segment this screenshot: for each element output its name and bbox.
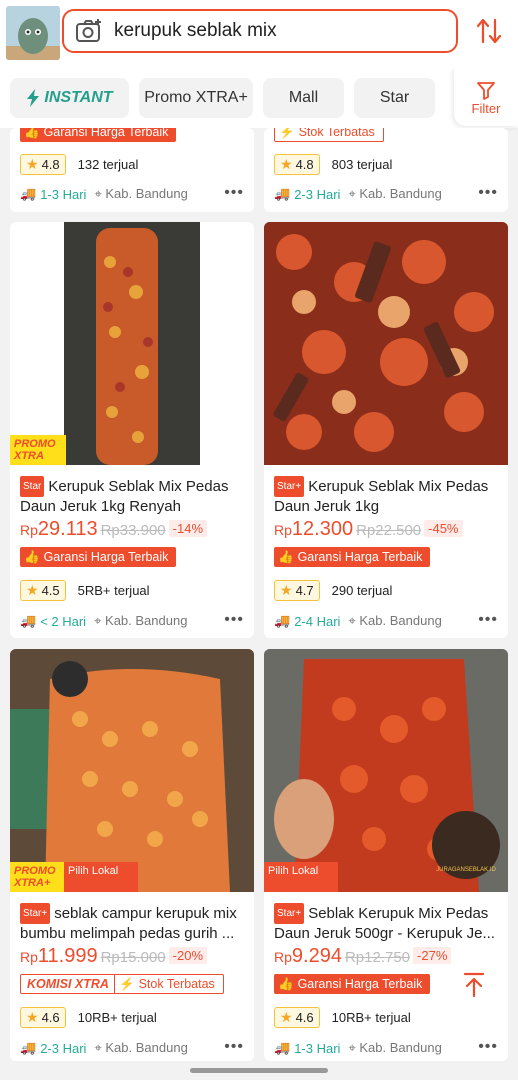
camera-search-icon[interactable] [74, 16, 104, 46]
more-options-icon[interactable]: ••• [478, 1038, 498, 1056]
product-price: Rp9.294 Rp12.750 -27% [274, 945, 452, 968]
rating: ★ 4.8 132 terjual [20, 154, 138, 175]
star-icon: ★ [280, 156, 293, 172]
garansi-badge: 👍 Garansi Harga Terbaik [274, 974, 431, 994]
star-icon: ★ [280, 582, 293, 598]
pilih-lokal-label: Pilih Lokal [64, 862, 138, 892]
star-icon: ★ [26, 156, 39, 172]
product-price: Rp12.300 Rp22.500 -45% [274, 518, 463, 541]
pilih-lokal-label: Pilih Lokal [264, 862, 338, 892]
shipping-info: 🚚 1-3 Hari ⌖ Kab. Bandung [20, 186, 188, 202]
stok-terbatas-badge: ⚡ Stok Terbatas [114, 974, 224, 994]
location-icon: ⌖ [348, 186, 356, 201]
location-icon: ⌖ [348, 613, 356, 628]
rating: ★ 4.6 10RB+ terjual [274, 1007, 411, 1028]
product-image: PROMO XTRA+ Pilih Lokal [10, 649, 254, 892]
filter-chip-instant[interactable]: INSTANT [10, 78, 129, 118]
product-card[interactable]: 👍 Garansi Harga Terbaik ★ 4.8 132 terjual … [10, 128, 254, 212]
star-icon: ★ [280, 1009, 293, 1025]
promo-xtra-label: PROMO XTRA+ [10, 862, 66, 892]
filter-button[interactable]: Filter [454, 68, 518, 126]
product-card[interactable]: PROMO XTRA Star Kerupuk Seblak Mix Pedas … [10, 222, 254, 638]
stok-terbatas-badge: ⚡ Stok Terbatas [274, 128, 384, 142]
location-icon: ⌖ [348, 1040, 356, 1055]
rating: ★ 4.8 803 terjual [274, 154, 392, 175]
truck-icon: 🚚 [274, 613, 291, 628]
filter-bar: INSTANT Promo XTRA+ Mall Star Filter [0, 68, 518, 128]
rating: ★ 4.6 10RB+ terjual [20, 1007, 157, 1028]
garansi-badge: 👍 Garansi Harga Terbaik [274, 547, 431, 567]
more-options-icon[interactable]: ••• [224, 611, 244, 629]
truck-icon: 🚚 [20, 186, 37, 201]
product-price: Rp11.999 Rp15.000 -20% [20, 945, 208, 968]
shipping-info: 🚚 2-4 Hari ⌖ Kab. Bandung [274, 613, 442, 629]
product-image: JURAGANSEBLAK.ID Pilih Lokal [264, 649, 508, 892]
shipping-info: 🚚 1-3 Hari ⌖ Kab. Bandung [274, 1040, 442, 1056]
star-icon: ★ [26, 582, 39, 598]
product-image [264, 222, 508, 465]
location-icon: ⌖ [94, 186, 102, 201]
shipping-info: 🚚 < 2 Hari ⌖ Kab. Bandung [20, 613, 188, 629]
star-icon: ★ [26, 1009, 39, 1025]
location-icon: ⌖ [94, 613, 102, 628]
filter-icon [477, 81, 495, 100]
product-title: Star+ Kerupuk Seblak Mix Pedas Daun Jeruk… [274, 476, 489, 515]
rating: ★ 4.5 5RB+ terjual [20, 580, 150, 601]
product-card[interactable]: Star+ Kerupuk Seblak Mix Pedas Daun Jeruk… [264, 222, 508, 638]
header: kerupuk seblak mix [0, 0, 518, 68]
lightning-icon: ⚡ [119, 976, 135, 991]
thumbs-up-icon: 👍 [24, 128, 40, 139]
search-input[interactable]: kerupuk seblak mix [62, 9, 458, 53]
more-options-icon[interactable]: ••• [478, 184, 498, 202]
product-title: Star Kerupuk Seblak Mix Pedas Daun Jeruk … [20, 476, 229, 515]
product-card[interactable]: JURAGANSEBLAK.ID Pilih Lokal Star+ Seblak… [264, 649, 508, 1061]
more-options-icon[interactable]: ••• [224, 1038, 244, 1056]
shipping-info: 🚚 2-3 Hari ⌖ Kab. Bandung [20, 1040, 188, 1056]
truck-icon: 🚚 [20, 1040, 37, 1055]
filter-chip-mall[interactable]: Mall [263, 78, 344, 118]
promo-xtra-label: PROMO XTRA [10, 435, 66, 465]
product-title: Star+ Seblak Kerupuk Mix Pedas Daun Jeruk… [274, 903, 495, 942]
shipping-info: 🚚 2-3 Hari ⌖ Kab. Bandung [274, 186, 442, 202]
more-options-icon[interactable]: ••• [478, 611, 498, 629]
truck-icon: 🚚 [274, 1040, 291, 1055]
sort-icon[interactable] [474, 16, 504, 46]
thumbs-up-icon: 👍 [24, 549, 40, 564]
lightning-icon: ⚡ [279, 128, 295, 139]
avatar[interactable] [6, 6, 60, 60]
truck-icon: 🚚 [20, 613, 37, 628]
location-icon: ⌖ [94, 1040, 102, 1055]
watermark-text: JURAGANSEBLAK.ID [436, 867, 496, 873]
komisi-xtra-badge: KOMISI XTRA [20, 974, 116, 994]
product-card[interactable]: ⚡ Stok Terbatas ★ 4.8 803 terjual 🚚 2-3 Har… [264, 128, 508, 212]
garansi-badge: 👍 Garansi Harga Terbaik [20, 128, 177, 142]
lightning-icon [27, 89, 40, 107]
home-indicator [190, 1068, 328, 1073]
search-query: kerupuk seblak mix [114, 20, 277, 41]
scroll-to-top-icon[interactable] [462, 972, 486, 998]
product-title: Star+ seblak campur kerupuk mix bumbu mel… [20, 903, 237, 942]
product-image: PROMO XTRA [10, 222, 254, 465]
truck-icon: 🚚 [274, 186, 291, 201]
thumbs-up-icon: 👍 [278, 976, 294, 991]
filter-chip-promo-xtra[interactable]: Promo XTRA+ [139, 78, 253, 118]
more-options-icon[interactable]: ••• [224, 184, 244, 202]
thumbs-up-icon: 👍 [278, 549, 294, 564]
product-card[interactable]: PROMO XTRA+ Pilih Lokal Star+ seblak camp… [10, 649, 254, 1061]
product-price: Rp29.113 Rp33.900 -14% [20, 518, 208, 541]
rating: ★ 4.7 290 terjual [274, 580, 392, 601]
filter-chip-star[interactable]: Star [354, 78, 435, 118]
garansi-badge: 👍 Garansi Harga Terbaik [20, 547, 177, 567]
